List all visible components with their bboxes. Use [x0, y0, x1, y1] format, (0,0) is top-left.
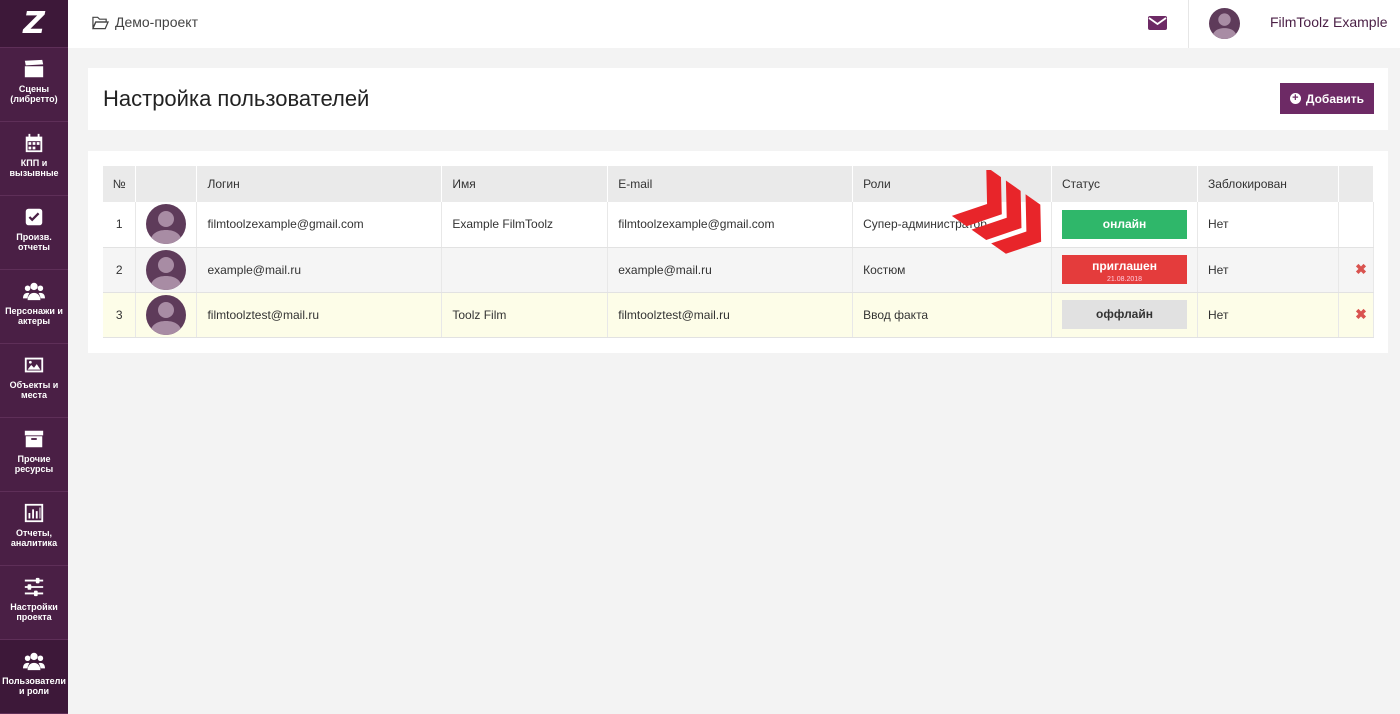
- table-row[interactable]: 2 example@mail.ru example@mail.ru Костюм…: [103, 247, 1375, 293]
- avatar-cell: [135, 247, 198, 293]
- email-cell: filmtoolzexample@gmail.com: [607, 202, 854, 248]
- plus-circle-icon: +: [1289, 93, 1301, 104]
- sidebar-item-label: Сцены (либретто): [10, 84, 58, 104]
- avatar: [146, 294, 187, 335]
- avatar-cell: [135, 292, 198, 338]
- image-icon: [24, 357, 44, 373]
- bar-chart-icon: [24, 503, 44, 523]
- sidebar-item-label: Отчеты, аналитика: [10, 528, 58, 548]
- avatar: [146, 204, 187, 245]
- page-title: Настройка пользователей: [103, 86, 370, 111]
- column-header: [1338, 166, 1375, 202]
- project-breadcrumb[interactable]: Демо-проект: [92, 14, 198, 30]
- divider: [1188, 0, 1189, 48]
- sidebar: Z Сцены (либретто) КПП и вызывные Произв…: [0, 0, 68, 714]
- sidebar-item-kpp[interactable]: КПП и вызывные: [0, 122, 68, 196]
- login-cell: filmtoolzexample@gmail.com: [196, 202, 443, 248]
- invite-date: 21.08.2018: [1106, 276, 1143, 283]
- checkbox-icon: [25, 208, 43, 226]
- archive-box-icon: [24, 430, 44, 448]
- name-cell: Example FilmToolz: [441, 202, 609, 248]
- users-table-panel: № Логин Имя E-mail Роли Статус Заблокиро…: [88, 151, 1388, 353]
- column-header: №: [103, 166, 137, 202]
- status-cell: приглашен 21.08.2018: [1051, 247, 1198, 293]
- page-header: Настройка пользователей + Добавить: [88, 68, 1388, 130]
- delete-user-button[interactable]: ✖: [1338, 247, 1375, 293]
- sidebar-item-reports[interactable]: Произв. отчеты: [0, 196, 68, 270]
- sliders-icon: [24, 577, 44, 597]
- sidebar-item-analytics[interactable]: Отчеты, аналитика: [0, 492, 68, 566]
- role-cell: Ввод факта: [852, 292, 1053, 338]
- status-badge[interactable]: онлайн: [1062, 209, 1188, 239]
- column-header[interactable]: Имя: [441, 166, 609, 202]
- column-header: [135, 166, 198, 202]
- blocked-cell: Нет: [1197, 202, 1339, 248]
- sidebar-item-label: Персонажи и актеры: [5, 306, 63, 326]
- login-cell: filmtoolztest@mail.ru: [196, 292, 443, 338]
- sidebar-item-label: Пользователи и роли: [2, 676, 66, 696]
- table-header: № Логин Имя E-mail Роли Статус Заблокиро…: [103, 166, 1375, 202]
- users-table: № Логин Имя E-mail Роли Статус Заблокиро…: [103, 166, 1375, 338]
- annotation-arrows: [951, 170, 1042, 254]
- table-row[interactable]: 1 filmtoolzexample@gmail.com Example Fil…: [103, 202, 1375, 248]
- app-logo[interactable]: Z: [0, 0, 68, 48]
- clapperboard-icon: [24, 59, 44, 78]
- row-number: 3: [103, 292, 137, 338]
- add-user-button[interactable]: + Добавить: [1279, 83, 1374, 114]
- sidebar-item-resources[interactable]: Прочие ресурсы: [0, 418, 68, 492]
- avatar: [146, 249, 187, 290]
- users-group-icon: [23, 652, 45, 671]
- avatar-cell: [135, 202, 198, 248]
- status-badge[interactable]: оффлайн: [1062, 300, 1188, 329]
- status-label: приглашен: [1092, 259, 1157, 273]
- user-name[interactable]: FilmToolz Example: [1270, 14, 1387, 30]
- user-avatar[interactable]: [1209, 8, 1240, 39]
- envelope-icon[interactable]: [1148, 15, 1167, 31]
- name-cell: Toolz Film: [441, 292, 609, 338]
- column-header[interactable]: Логин: [196, 166, 443, 202]
- name-cell: [441, 247, 609, 293]
- blocked-cell: Нет: [1197, 292, 1339, 338]
- calendar-icon: [25, 133, 43, 153]
- folder-open-icon: [92, 16, 109, 29]
- sidebar-item-project-settings[interactable]: Настройки проекта: [0, 566, 68, 640]
- delete-cell: [1338, 202, 1375, 248]
- top-bar: Демо-проект FilmToolz Example: [68, 0, 1400, 48]
- row-number: 2: [103, 247, 137, 293]
- email-cell: example@mail.ru: [607, 247, 854, 293]
- table-row[interactable]: 3 filmtoolztest@mail.ru Toolz Film filmt…: [103, 292, 1375, 338]
- column-header[interactable]: Статус: [1051, 166, 1198, 202]
- sidebar-item-label: КПП и вызывные: [9, 158, 59, 178]
- row-number: 1: [103, 202, 137, 248]
- status-cell: онлайн: [1051, 202, 1198, 248]
- column-header[interactable]: E-mail: [607, 166, 854, 202]
- sidebar-item-objects[interactable]: Объекты и места: [0, 344, 68, 418]
- email-cell: filmtoolztest@mail.ru: [607, 292, 854, 338]
- sidebar-item-scenes[interactable]: Сцены (либретто): [0, 48, 68, 122]
- sidebar-item-label: Прочие ресурсы: [14, 454, 54, 474]
- delete-user-button[interactable]: ✖: [1338, 292, 1375, 338]
- sidebar-item-label: Настройки проекта: [10, 602, 58, 622]
- login-cell: example@mail.ru: [196, 247, 443, 293]
- status-cell: оффлайн: [1051, 292, 1198, 338]
- blocked-cell: Нет: [1197, 247, 1339, 293]
- sidebar-item-label: Произв. отчеты: [16, 232, 52, 252]
- sidebar-item-users-roles[interactable]: Пользователи и роли: [0, 640, 68, 714]
- status-badge[interactable]: приглашен 21.08.2018: [1062, 255, 1188, 284]
- sidebar-item-label: Объекты и места: [9, 380, 59, 400]
- project-name: Демо-проект: [115, 14, 198, 30]
- column-header[interactable]: Заблокирован: [1197, 166, 1339, 202]
- users-icon: [23, 282, 45, 301]
- sidebar-item-characters[interactable]: Персонажи и актеры: [0, 270, 68, 344]
